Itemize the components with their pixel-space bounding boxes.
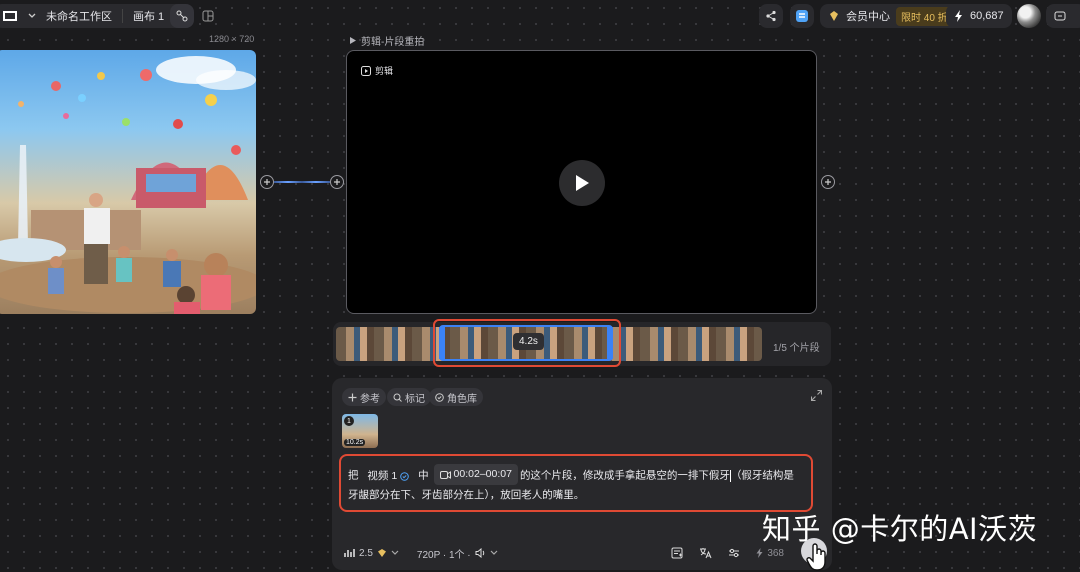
video-tag-label: 剪辑: [375, 66, 394, 76]
prompt-input[interactable]: 把 视频 1 中 00:02–00:07 的这个片段，修改成手拿起悬空的一排下假…: [339, 454, 813, 512]
credits-display[interactable]: 60,687: [946, 4, 1012, 28]
watermark-text: 知乎 @卡尔的AI沃茨: [762, 512, 1038, 546]
canvas-name[interactable]: 画布 1: [133, 8, 164, 24]
expand-icon[interactable]: [811, 390, 822, 401]
time-range-label: 00:02–00:07: [453, 468, 512, 480]
node-connector-line: [274, 181, 330, 183]
layers-icon: [796, 10, 808, 22]
speaker-icon: [475, 548, 484, 558]
cost-value: 368: [767, 547, 784, 559]
segment-counter: 1/5 个片段: [773, 343, 820, 354]
reference-chip-label: 参考: [360, 393, 380, 405]
credits-value: 60,687: [970, 10, 1004, 22]
time-range-tag[interactable]: 00:02–00:07: [433, 464, 518, 485]
share-icon: [766, 10, 776, 22]
reference-chip[interactable]: 参考: [342, 388, 386, 406]
diamond-icon: [830, 11, 838, 21]
add-node-output-icon[interactable]: [821, 175, 835, 189]
prompt-mid: 中: [418, 469, 429, 482]
mark-chip-label: 标记: [405, 393, 425, 405]
bar-chart-icon: [344, 549, 355, 557]
chevron-down-icon: [490, 550, 498, 555]
prompt-panel: 参考 标记 角色库 1 10.2s 把 视频 1 中 00:02–00:07 的…: [332, 378, 832, 570]
play-button[interactable]: [559, 160, 605, 206]
character-library-chip[interactable]: 角色库: [429, 388, 483, 406]
thumb-index: 1: [344, 416, 354, 426]
add-node-left-icon[interactable]: [260, 175, 274, 189]
export-button[interactable]: [1046, 4, 1080, 28]
clip-timeline[interactable]: 4.2s 1/5 个片段: [333, 319, 831, 367]
app-logo-icon: [2, 10, 18, 22]
segment-duration-badge: 4.2s: [513, 333, 544, 350]
member-center-button[interactable]: 会员中心 限时 40 折: [820, 4, 961, 28]
workspace-name[interactable]: 未命名工作区: [46, 8, 112, 24]
video-reference-tag[interactable]: 视频 1: [361, 467, 415, 486]
video-card-title: 剪辑-片段重拍: [349, 33, 424, 48]
member-center-label: 会员中心: [846, 11, 890, 23]
hand-cursor-icon: [806, 542, 830, 572]
magnifier-icon: [393, 393, 402, 402]
mark-chip[interactable]: 标记: [387, 388, 431, 406]
translate-icon[interactable]: [699, 547, 712, 559]
prompt-prefix: 把: [348, 469, 359, 482]
connect-tool-button[interactable]: [170, 4, 194, 28]
add-node-input-icon[interactable]: [330, 175, 344, 189]
settings-sliders-icon[interactable]: [728, 547, 740, 559]
video-icon: [361, 65, 371, 76]
video-reference-label: 视频 1: [367, 469, 398, 482]
workspace-switcher[interactable]: 未命名工作区 画布 1: [0, 4, 191, 28]
chevron-down-icon: [391, 550, 399, 555]
layers-button[interactable]: [790, 4, 814, 28]
video-preview[interactable]: 剪辑: [346, 50, 817, 314]
layout-icon: [202, 10, 214, 22]
divider: [122, 9, 123, 23]
reference-video-thumbnail[interactable]: 1 10.2s: [342, 414, 378, 448]
diamond-icon: [377, 549, 386, 557]
thumb-duration: 10.2s: [344, 439, 366, 446]
prompt-text-1: 的这个片段，修改成手拿起悬空的一排下假牙: [519, 469, 730, 482]
video-tag: 剪辑: [361, 64, 393, 77]
prompt-edit-icon[interactable]: [671, 547, 683, 559]
cost-display: 368: [756, 548, 784, 559]
play-triangle-icon: [350, 37, 356, 44]
promo-badge: 限时 40 折: [896, 6, 953, 26]
shield-check-icon: [435, 392, 444, 402]
chevron-down-icon[interactable]: [28, 13, 36, 19]
character-library-chip-label: 角色库: [447, 393, 477, 405]
camera-icon: [439, 470, 451, 479]
prompt-toolbar: 2.5 720P · 1个 · 368: [344, 544, 824, 562]
model-selector[interactable]: 2.5: [344, 548, 399, 559]
verified-icon: [400, 471, 409, 481]
resolution-label: 1280 × 720: [209, 34, 255, 44]
nodes-icon: [176, 10, 188, 22]
quality-label: 720P · 1个 ·: [416, 549, 471, 561]
video-card-title-text: 剪辑-片段重拍: [361, 37, 425, 48]
plus-icon: [348, 393, 357, 401]
play-icon: [576, 175, 589, 191]
output-settings[interactable]: 720P · 1个 ·: [417, 546, 498, 561]
avatar[interactable]: [1017, 4, 1041, 28]
lightning-icon: [955, 10, 962, 22]
source-image[interactable]: [0, 50, 256, 314]
layout-tool-button[interactable]: [196, 4, 220, 28]
carnival-scene-illustration: [0, 56, 256, 314]
model-version: 2.5: [359, 547, 373, 559]
lightning-icon: [756, 548, 763, 558]
export-icon: [1054, 11, 1066, 21]
share-button[interactable]: [759, 4, 783, 28]
